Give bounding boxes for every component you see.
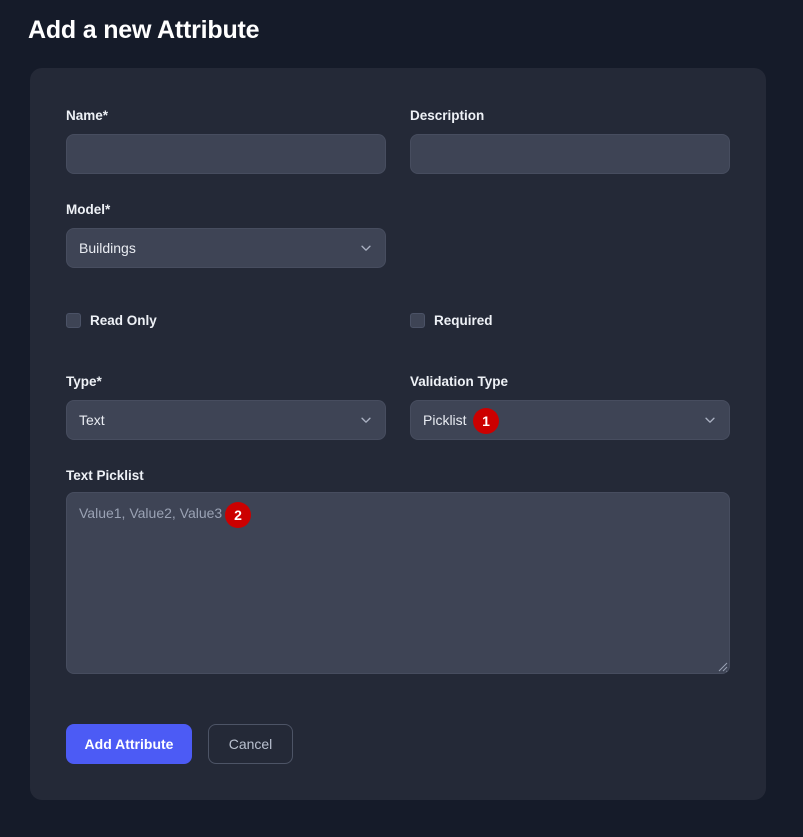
name-input[interactable] (66, 134, 386, 174)
text-picklist-textarea[interactable] (66, 492, 730, 674)
attribute-form-card: Name* Description Model* Buildings Read … (30, 68, 766, 800)
type-label: Type* (66, 374, 102, 389)
add-attribute-page: Add a new Attribute Name* Description Mo… (0, 0, 803, 837)
model-select-value: Buildings (79, 240, 136, 256)
chevron-down-icon (361, 245, 371, 251)
read-only-checkbox-row[interactable]: Read Only (66, 313, 157, 328)
chevron-down-icon (361, 417, 371, 423)
type-select[interactable]: Text (66, 400, 386, 440)
validation-type-select-value: Picklist (423, 412, 467, 428)
validation-type-select[interactable]: Picklist (410, 400, 730, 440)
required-checkbox[interactable] (410, 313, 425, 328)
text-picklist-label: Text Picklist (66, 468, 144, 483)
read-only-checkbox[interactable] (66, 313, 81, 328)
annotation-badge-1: 1 (473, 408, 499, 434)
description-input[interactable] (410, 134, 730, 174)
add-attribute-button[interactable]: Add Attribute (66, 724, 192, 764)
model-label: Model* (66, 202, 111, 217)
page-title: Add a new Attribute (28, 16, 260, 44)
annotation-badge-2: 2 (225, 502, 251, 528)
required-label: Required (434, 313, 493, 328)
model-select[interactable]: Buildings (66, 228, 386, 268)
read-only-label: Read Only (90, 313, 157, 328)
name-label: Name* (66, 108, 109, 123)
cancel-button[interactable]: Cancel (208, 724, 293, 764)
validation-type-label: Validation Type (410, 374, 509, 389)
description-label: Description (410, 108, 485, 123)
type-select-value: Text (79, 412, 105, 428)
chevron-down-icon (705, 417, 715, 423)
required-checkbox-row[interactable]: Required (410, 313, 493, 328)
